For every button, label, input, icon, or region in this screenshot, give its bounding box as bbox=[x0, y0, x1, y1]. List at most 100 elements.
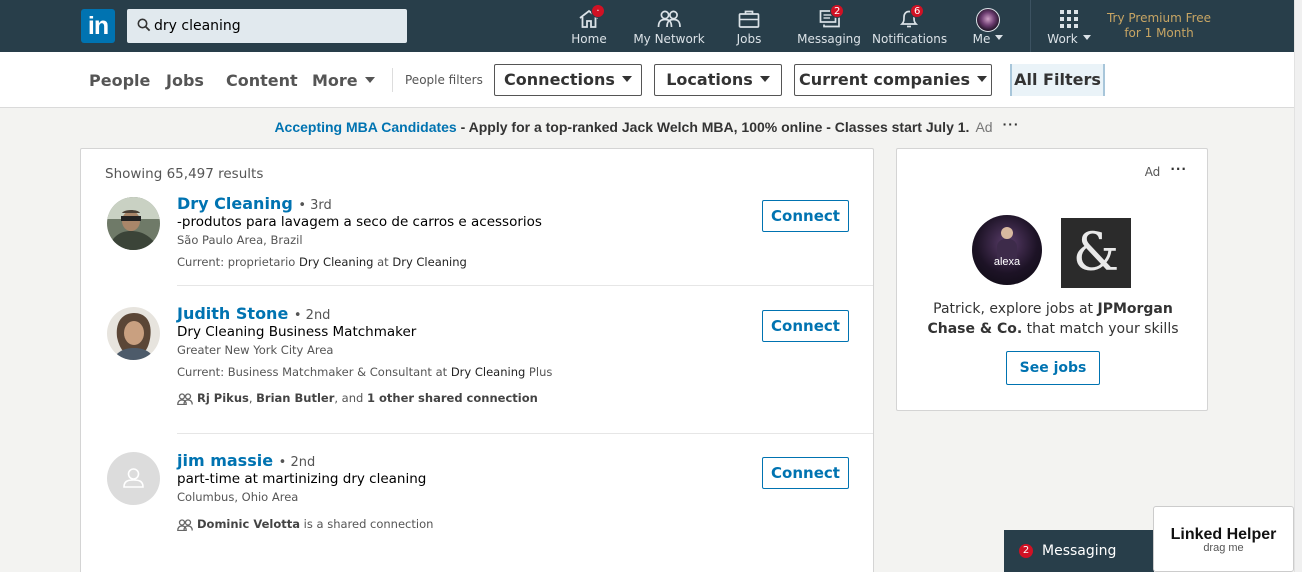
ad-banner-link[interactable]: Accepting MBA Candidates bbox=[274, 119, 456, 135]
current-role-highlight: Dry Cleaning bbox=[299, 255, 374, 269]
briefcase-icon bbox=[738, 10, 760, 28]
profile-headline: Dry Cleaning Business Matchmaker bbox=[177, 324, 417, 340]
profile-photo-image bbox=[107, 307, 160, 360]
chevron-down-icon bbox=[1082, 35, 1091, 40]
current-prefix: Current: proprietario bbox=[177, 255, 300, 269]
messaging-bar-badge: 2 bbox=[1019, 544, 1033, 558]
messaging-bar-label: Messaging bbox=[1042, 543, 1117, 559]
chevron-down-icon bbox=[995, 35, 1004, 40]
connections-filter-label: Connections bbox=[504, 70, 615, 89]
shared-connection-name: Rj Pikus bbox=[197, 391, 249, 405]
premium-line-2: for 1 Month bbox=[1124, 26, 1194, 40]
search-filter-bar: People Jobs Content More People filters … bbox=[0, 52, 1294, 108]
profile-photo[interactable] bbox=[107, 197, 160, 250]
tab-content[interactable]: Content bbox=[226, 71, 298, 90]
profile-headline: -produtos para lavagem a seco de carros … bbox=[177, 214, 542, 230]
chevron-down-icon bbox=[364, 76, 375, 83]
current-companies-filter-label: Current companies bbox=[798, 70, 971, 89]
messaging-bar[interactable]: 2 Messaging bbox=[1004, 530, 1154, 572]
shared-and: , and bbox=[334, 391, 367, 405]
current-role-highlight: Dry Cleaning bbox=[450, 365, 526, 379]
connect-button[interactable]: Connect bbox=[762, 310, 849, 342]
search-box[interactable] bbox=[127, 9, 407, 43]
messaging-badge: 2 bbox=[830, 4, 845, 18]
profile-location: Columbus, Ohio Area bbox=[177, 490, 299, 504]
notifications-badge: 6 bbox=[910, 4, 925, 18]
person-silhouette bbox=[1001, 227, 1013, 239]
result-item: Judith Stone • 2nd Dry Cleaning Business… bbox=[81, 304, 873, 429]
nav-notifications-label: Notifications bbox=[872, 32, 948, 46]
connection-degree: • 3rd bbox=[298, 198, 332, 213]
home-badge: · bbox=[591, 4, 605, 18]
connection-degree: • 2nd bbox=[293, 308, 331, 323]
profile-name-row: Judith Stone • 2nd bbox=[177, 304, 330, 323]
linkedin-logo[interactable]: in bbox=[81, 9, 115, 43]
profile-name-link[interactable]: Judith Stone bbox=[177, 304, 288, 323]
nav-work[interactable]: Work bbox=[1044, 0, 1094, 52]
nav-home-label: Home bbox=[571, 32, 607, 46]
more-options-icon[interactable]: ··· bbox=[1003, 116, 1020, 132]
current-prefix: Current: Business Matchmaker & Consultan… bbox=[177, 365, 451, 379]
premium-line-1: Try Premium Free bbox=[1106, 11, 1212, 25]
profile-location: Greater New York City Area bbox=[177, 343, 334, 357]
profile-name-link[interactable]: Dry Cleaning bbox=[177, 194, 293, 213]
current-company-highlight: Dry Cleaning bbox=[392, 255, 467, 269]
nav-home[interactable]: · Home bbox=[565, 0, 613, 52]
side-ad-text-prefix: Patrick, explore jobs at bbox=[933, 301, 1098, 317]
result-item: Dry Cleaning • 3rd -produtos para lavage… bbox=[81, 194, 873, 284]
more-options-icon[interactable]: ··· bbox=[1170, 162, 1187, 176]
profile-name-row: jim massie • 2nd bbox=[177, 451, 315, 470]
shared-connections-icon bbox=[177, 518, 193, 531]
nav-my-network[interactable]: My Network bbox=[632, 0, 706, 52]
side-ad-text: Patrick, explore jobs at JPMorgan Chase … bbox=[917, 299, 1189, 339]
tab-jobs[interactable]: Jobs bbox=[166, 71, 204, 90]
profile-name-row: Dry Cleaning • 3rd bbox=[177, 194, 332, 213]
nav-me[interactable]: Me bbox=[968, 0, 1008, 52]
avatar bbox=[976, 8, 1000, 32]
search-results-card: Showing 65,497 results Dry Cleaning • 3r… bbox=[80, 148, 874, 572]
shared-connections-icon bbox=[177, 392, 193, 405]
connections-filter-button[interactable]: Connections bbox=[494, 64, 642, 96]
shared-connections[interactable]: Dominic Velotta is a shared connection bbox=[177, 517, 433, 531]
locations-filter-button[interactable]: Locations bbox=[654, 64, 782, 96]
tab-people[interactable]: People bbox=[89, 71, 150, 90]
all-filters-button[interactable]: All Filters bbox=[1010, 64, 1105, 96]
company-logo[interactable]: & bbox=[1061, 218, 1131, 288]
nav-notifications[interactable]: 6 Notifications bbox=[872, 0, 948, 52]
nav-jobs[interactable]: Jobs bbox=[728, 0, 770, 52]
profile-photo[interactable] bbox=[107, 307, 160, 360]
tab-more-label: More bbox=[312, 71, 358, 90]
chevron-down-icon bbox=[977, 75, 988, 82]
shared-connection-name: Brian Butler bbox=[256, 391, 335, 405]
result-divider bbox=[177, 285, 873, 286]
linked-helper-drag-hint: drag me bbox=[1203, 542, 1244, 554]
shared-connections[interactable]: Rj Pikus, Brian Butler, and 1 other shar… bbox=[177, 391, 538, 405]
profile-current-position: Current: Business Matchmaker & Consultan… bbox=[177, 365, 552, 379]
search-input[interactable] bbox=[154, 9, 404, 43]
ad-banner-text[interactable]: - Apply for a top-ranked Jack Welch MBA,… bbox=[457, 119, 970, 135]
locations-filter-label: Locations bbox=[666, 70, 753, 89]
profile-photo[interactable] bbox=[107, 452, 160, 505]
linked-helper-widget[interactable]: Linked Helper drag me bbox=[1153, 506, 1294, 572]
premium-link[interactable]: Try Premium Free for 1 Month bbox=[1104, 11, 1214, 41]
side-ad-card: Ad ··· alexa & Patrick, explore jobs at J… bbox=[896, 148, 1208, 411]
profile-photo-image bbox=[107, 197, 160, 250]
nav-messaging[interactable]: 2 Messaging bbox=[797, 0, 861, 52]
connect-button[interactable]: Connect bbox=[762, 457, 849, 489]
side-ad-text-suffix: that match your skills bbox=[1022, 321, 1179, 337]
nav-work-label: Work bbox=[1047, 32, 1078, 46]
filter-divider bbox=[392, 68, 393, 92]
connect-button[interactable]: Connect bbox=[762, 200, 849, 232]
tab-more[interactable]: More bbox=[312, 71, 375, 90]
see-jobs-button[interactable]: See jobs bbox=[1006, 351, 1100, 385]
page-scrollbar[interactable] bbox=[1294, 0, 1302, 572]
profile-current-position: Current: proprietario Dry Cleaning at Dr… bbox=[177, 255, 467, 269]
nav-me-label: Me bbox=[972, 32, 991, 46]
connection-degree: • 2nd bbox=[278, 455, 316, 470]
current-companies-filter-button[interactable]: Current companies bbox=[794, 64, 992, 96]
people-filters-label: People filters bbox=[405, 73, 483, 87]
profile-name-link[interactable]: jim massie bbox=[177, 451, 273, 470]
side-ad-header: Ad ··· bbox=[1145, 162, 1187, 179]
chevron-down-icon bbox=[621, 75, 632, 82]
nav-messaging-label: Messaging bbox=[797, 32, 861, 46]
